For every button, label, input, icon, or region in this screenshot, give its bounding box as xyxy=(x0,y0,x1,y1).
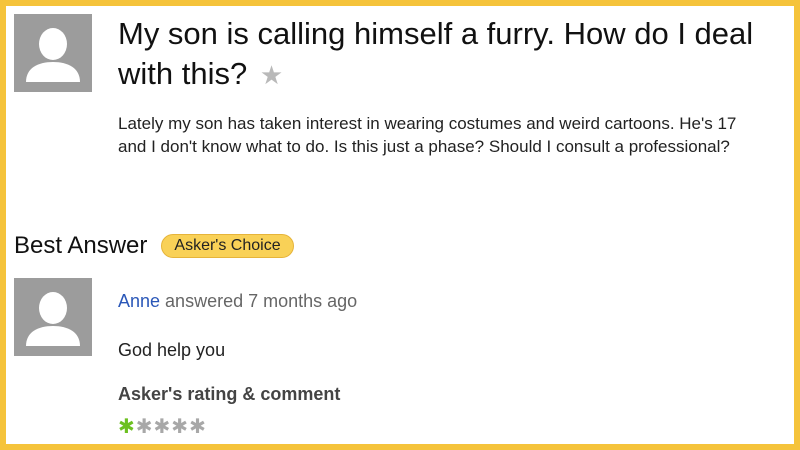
answer-timestamp: answered 7 months ago xyxy=(160,291,358,311)
best-answer-header: Best Answer Asker's Choice xyxy=(14,232,294,260)
asker-avatar-icon[interactable] xyxy=(14,14,92,92)
rating-star-empty-icon: ✱ xyxy=(135,416,154,438)
rating-star-filled-icon: ✱ xyxy=(118,416,136,438)
answer-author-link[interactable]: Anne xyxy=(118,291,160,311)
rating-star-empty-icon: ✱ xyxy=(189,416,207,438)
askers-choice-badge: Asker's Choice xyxy=(161,234,294,258)
star-icon[interactable]: ★ xyxy=(260,60,283,90)
answer-text: God help you xyxy=(118,340,226,360)
answer-meta: Anne answered 7 months ago xyxy=(118,291,357,312)
rating-heading: Asker's rating & comment xyxy=(118,384,341,404)
rating-star-empty-icon: ✱ xyxy=(153,416,172,438)
rating-star-empty-icon: ✱ xyxy=(171,416,190,438)
best-answer-label: Best Answer xyxy=(14,232,148,259)
rating-stars: ✱✱✱✱✱ xyxy=(118,414,207,439)
question-body: Lately my son has taken interest in wear… xyxy=(118,114,737,156)
answerer-avatar-icon[interactable] xyxy=(14,278,92,356)
content-frame: My son is calling himself a furry. How d… xyxy=(6,6,794,444)
question-title: My son is calling himself a furry. How d… xyxy=(118,14,788,95)
question-title-text: My son is calling himself a furry. How d… xyxy=(118,16,754,91)
